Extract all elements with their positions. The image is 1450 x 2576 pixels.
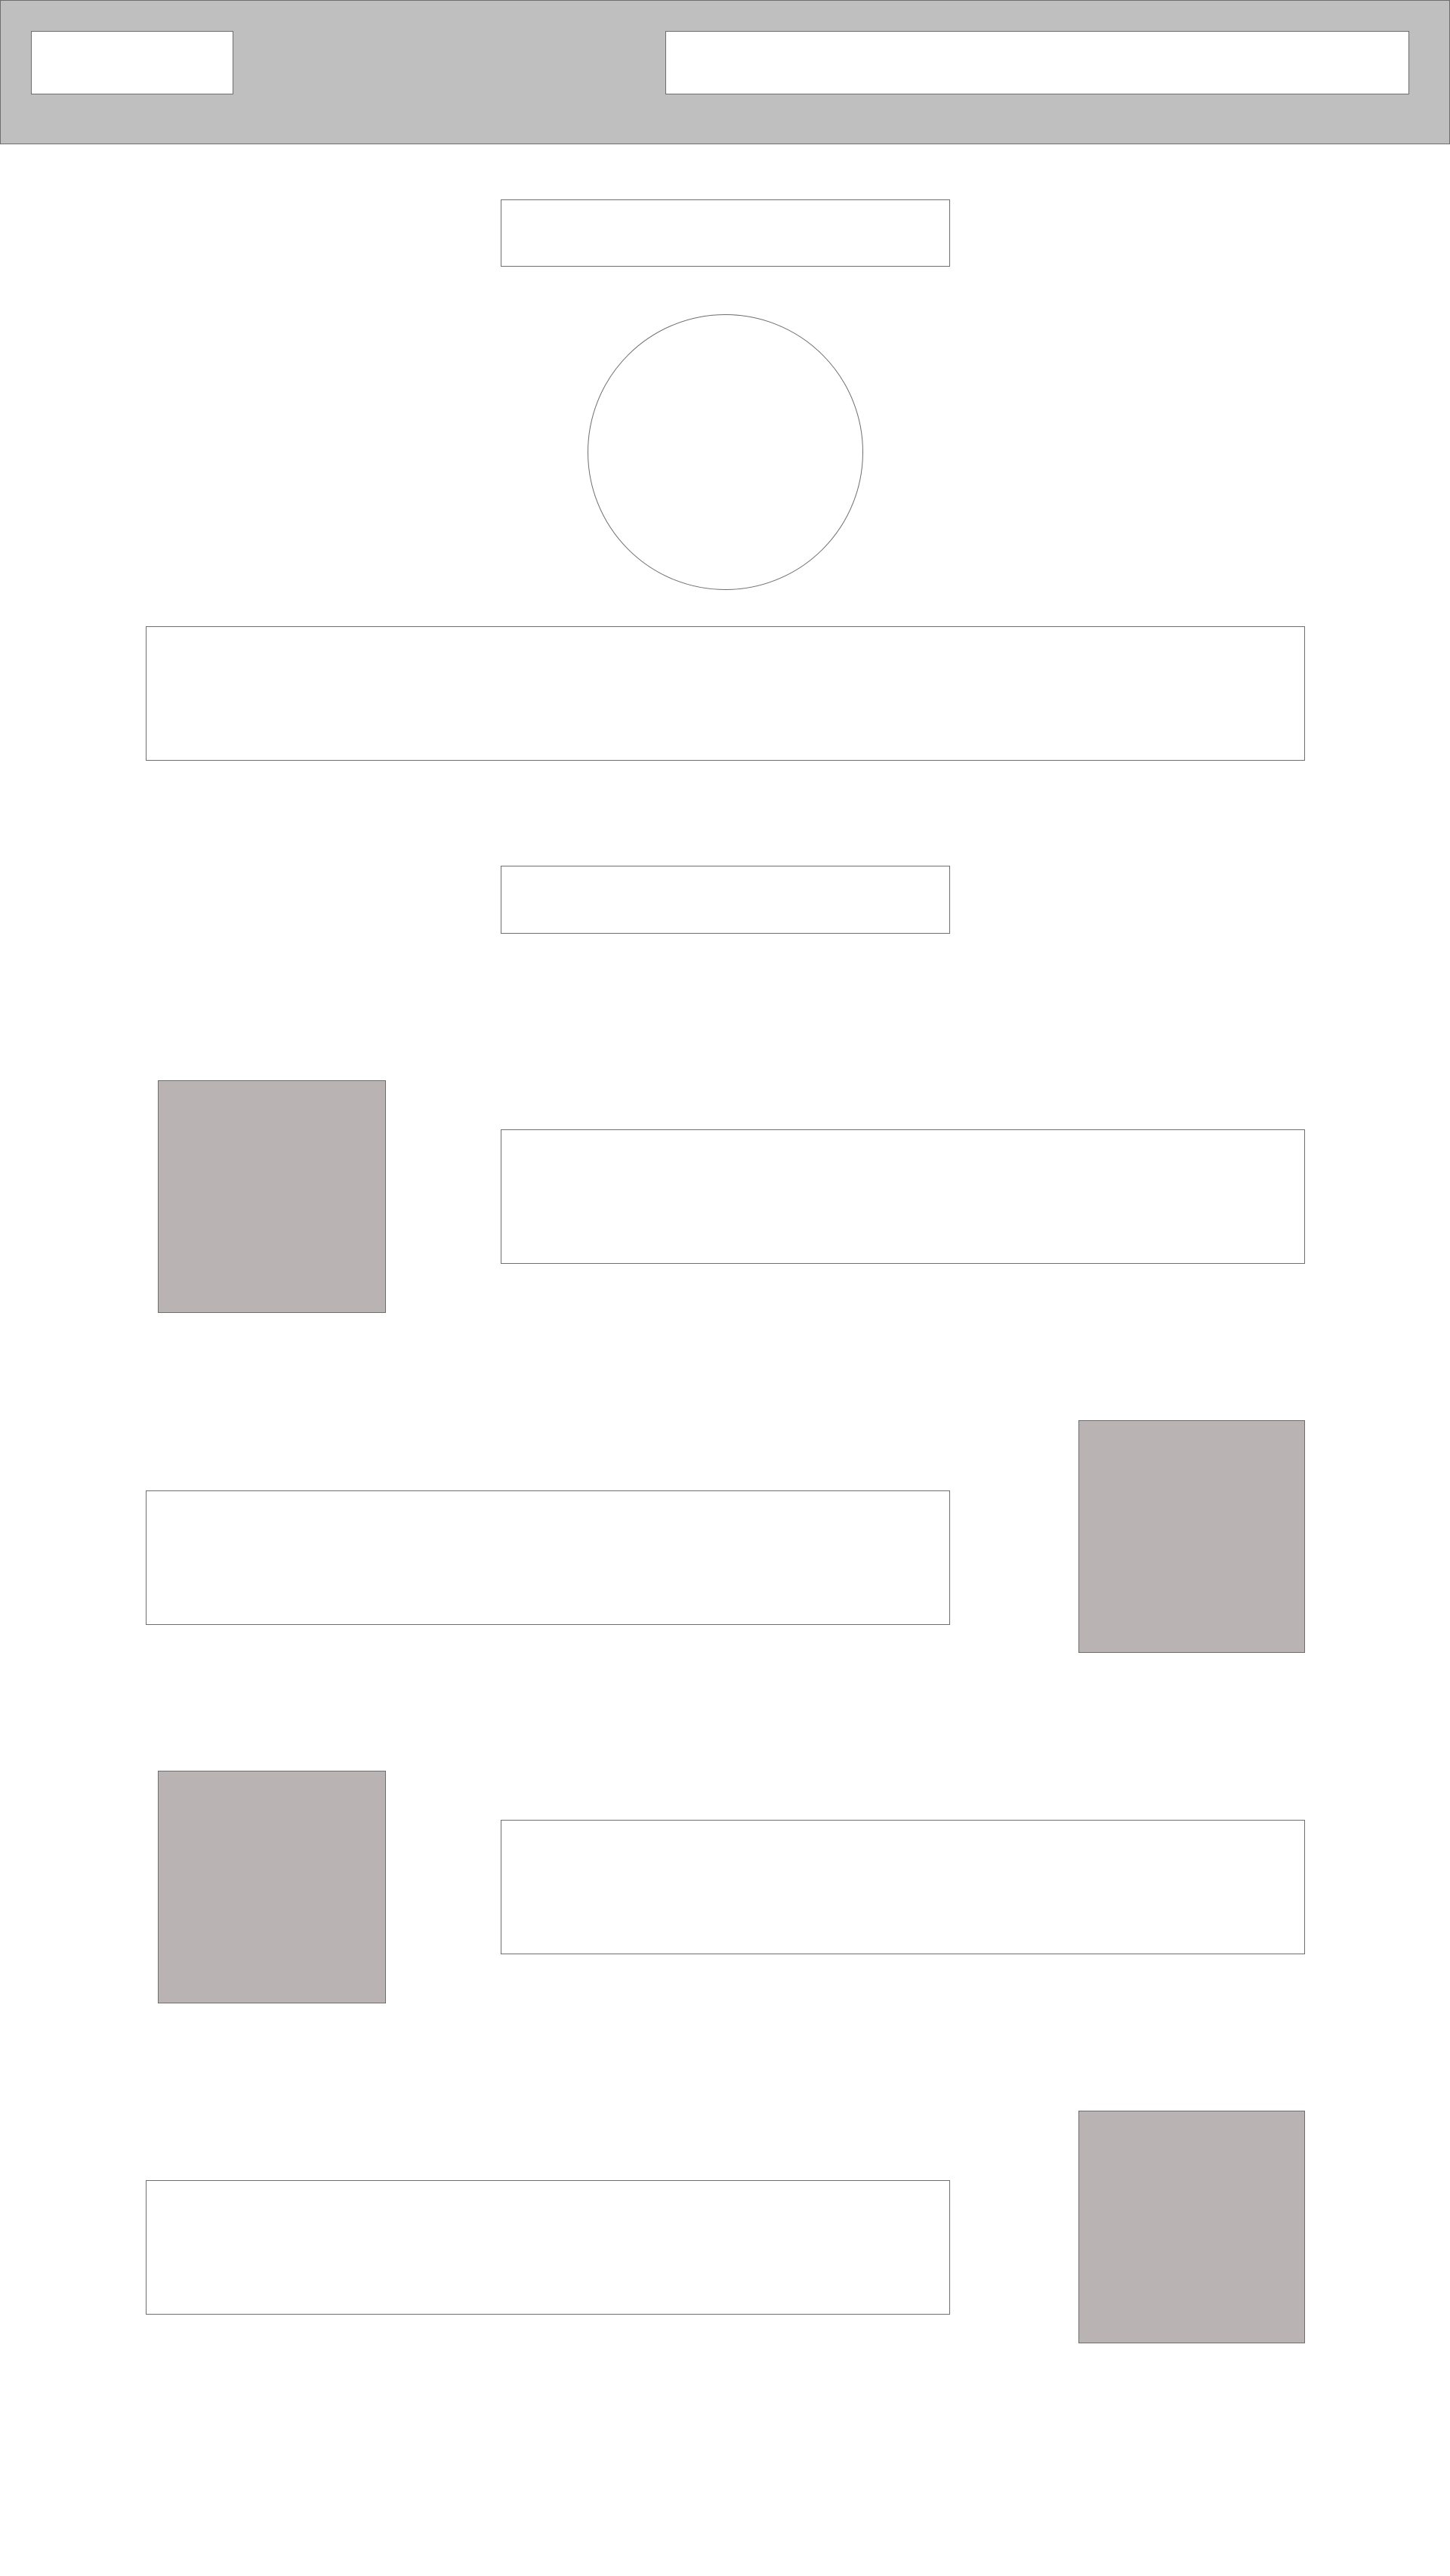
- logo-placeholder[interactable]: [31, 31, 233, 94]
- hero-text-placeholder: [146, 626, 1305, 761]
- feature-1-image-placeholder: [158, 1080, 386, 1313]
- feature-1-text-placeholder: [501, 1129, 1305, 1264]
- section-heading-placeholder: [501, 866, 950, 934]
- feature-3-text-placeholder: [501, 1820, 1305, 1954]
- feature-4-text-placeholder: [146, 2180, 950, 2315]
- navigation-placeholder[interactable]: [665, 31, 1409, 94]
- header-bar: [0, 0, 1450, 144]
- feature-3-image-placeholder: [158, 1771, 386, 2003]
- hero-avatar-placeholder: [588, 314, 863, 590]
- feature-2-text-placeholder: [146, 1490, 950, 1625]
- hero-title-placeholder: [501, 199, 950, 267]
- feature-2-image-placeholder: [1078, 1420, 1305, 1653]
- feature-4-image-placeholder: [1078, 2111, 1305, 2343]
